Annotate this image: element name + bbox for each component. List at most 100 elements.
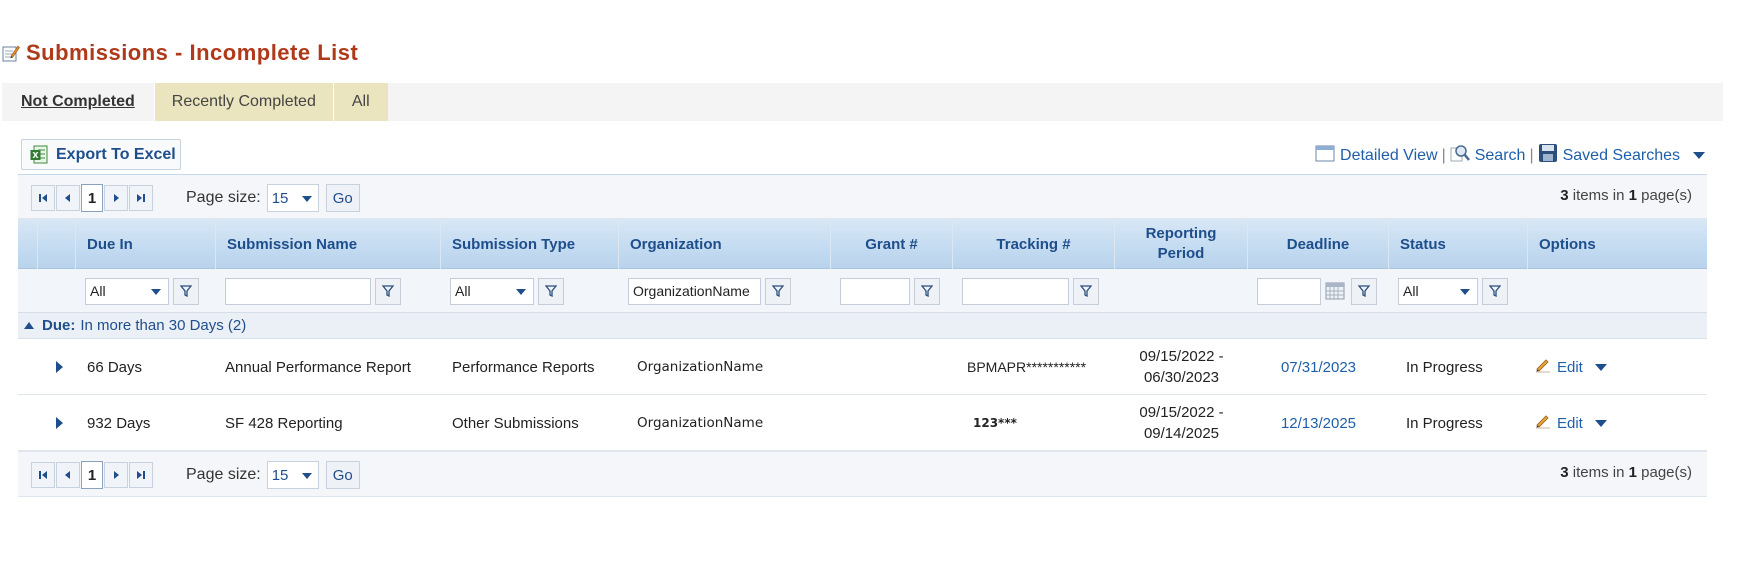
edit-button[interactable]: Edit [1535, 413, 1607, 433]
go-button[interactable]: Go [325, 461, 360, 489]
header-reporting-period[interactable]: Reporting Period [1115, 219, 1248, 269]
filter-icon[interactable] [1482, 277, 1508, 305]
page-size-select[interactable]: 15 [266, 461, 319, 489]
grant-input[interactable] [840, 277, 910, 305]
prev-page-button[interactable] [56, 462, 80, 488]
cell-submission-type: Other Submissions [452, 414, 579, 432]
next-page-button[interactable] [104, 462, 128, 488]
header-status[interactable]: Status [1389, 219, 1528, 269]
prev-page-button[interactable] [56, 185, 80, 211]
first-page-button[interactable] [31, 462, 55, 488]
cell-tracking: 123*** [973, 416, 1017, 430]
filter-submission-type: All [441, 269, 619, 313]
detailed-view-label: Detailed View [1340, 146, 1438, 164]
bottom-pager: 1 Page size: 15 Go 3 items in 1 page(s) [18, 451, 1707, 497]
chevron-down-icon[interactable] [1693, 152, 1705, 159]
header-reporting-line2: Period [1157, 245, 1205, 262]
search-link[interactable]: Search [1450, 143, 1525, 168]
filter-status: All [1389, 269, 1528, 313]
header-tracking[interactable]: Tracking # [953, 219, 1115, 269]
cell-organization: OrganizationName [637, 415, 764, 431]
table-row: 66 Days Annual Performance Report Perfor… [18, 339, 1707, 395]
cell-reporting-period: 09/15/2022 - 06/30/2023 [1115, 339, 1248, 395]
submissions-panel: X Export To Excel Detailed View | Search… [18, 121, 1707, 521]
last-page-button[interactable] [129, 462, 153, 488]
detailed-view-link[interactable]: Detailed View [1315, 144, 1438, 167]
period-end: 09/14/2025 [1143, 425, 1220, 442]
chevron-down-icon[interactable] [1594, 419, 1607, 427]
go-button[interactable]: Go [325, 184, 360, 212]
header-options: Options [1539, 235, 1596, 253]
pages-text: page(s) [1641, 187, 1692, 204]
filter-icon[interactable] [765, 277, 791, 305]
collapse-group-icon[interactable] [24, 322, 34, 329]
saved-searches-label: Saved Searches [1562, 146, 1680, 164]
deadline-link[interactable]: 07/31/2023 [1281, 357, 1356, 378]
filter-icon[interactable] [1351, 277, 1377, 305]
filter-icon[interactable] [375, 277, 401, 305]
table-row: 932 Days SF 428 Reporting Other Submissi… [18, 395, 1707, 451]
expand-row-icon[interactable] [56, 361, 63, 373]
header-submission-name[interactable]: Submission Name [216, 219, 441, 269]
submission-name-input[interactable] [225, 277, 371, 305]
calendar-icon[interactable] [1323, 278, 1347, 305]
period-start: 09/15/2022 - [1139, 404, 1224, 421]
top-pager: 1 Page size: 15 Go 3 items in 1 page(s) [18, 175, 1707, 219]
header-deadline[interactable]: Deadline [1248, 219, 1389, 269]
pages-text: page(s) [1641, 464, 1692, 481]
tab-recently-completed[interactable]: Recently Completed [153, 83, 333, 121]
items-text: items in [1572, 464, 1625, 481]
page-size-select[interactable]: 15 [266, 184, 319, 212]
header-submission-type[interactable]: Submission Type [441, 219, 619, 269]
export-to-excel-button[interactable]: X Export To Excel [21, 139, 181, 170]
chevron-down-icon [1460, 288, 1470, 295]
cell-options: Edit [1528, 395, 1707, 451]
header-due-in[interactable]: Due In [76, 219, 216, 269]
deadline-input[interactable] [1257, 277, 1321, 305]
due-in-select[interactable]: All [85, 277, 169, 305]
tab-all[interactable]: All [332, 83, 388, 121]
tracking-input[interactable] [962, 277, 1069, 305]
filter-options-empty [1528, 269, 1707, 313]
cell-organization: OrganizationName [637, 359, 764, 375]
tab-not-completed[interactable]: Not Completed [2, 83, 154, 121]
chevron-down-icon[interactable] [1594, 363, 1607, 371]
filter-submission-name [216, 269, 441, 313]
page-size-label: Page size: [186, 466, 261, 483]
due-in-select-value: All [90, 283, 106, 299]
filter-icon[interactable] [173, 277, 199, 305]
next-page-button[interactable] [104, 185, 128, 211]
filter-icon[interactable] [1073, 277, 1099, 305]
filter-tracking [953, 269, 1115, 313]
cell-due-in: 932 Days [87, 414, 151, 432]
submission-type-select[interactable]: All [450, 277, 534, 305]
group-value: In more than 30 Days (2) [80, 317, 247, 334]
cell-reporting-period: 09/15/2022 - 09/14/2025 [1115, 395, 1248, 451]
saved-searches-link[interactable]: Saved Searches [1538, 143, 1707, 168]
cell-submission-name: Annual Performance Report [225, 358, 411, 376]
organization-input[interactable]: OrganizationName [628, 277, 761, 305]
submission-type-select-value: All [455, 283, 471, 299]
header-grant[interactable]: Grant # [831, 219, 953, 269]
filter-deadline [1248, 269, 1389, 313]
pager-info: 3 items in 1 page(s) [1560, 187, 1692, 204]
chevron-down-icon [151, 288, 161, 295]
last-page-button[interactable] [129, 185, 153, 211]
page-size-label: Page size: [186, 189, 261, 206]
cell-status: In Progress [1406, 358, 1483, 376]
page-number[interactable]: 1 [81, 461, 103, 489]
pager-info: 3 items in 1 page(s) [1560, 464, 1692, 481]
header-organization[interactable]: Organization [619, 219, 831, 269]
items-count: 3 [1560, 187, 1569, 204]
filter-icon[interactable] [914, 277, 940, 305]
expand-row-icon[interactable] [56, 417, 63, 429]
first-page-button[interactable] [31, 185, 55, 211]
cell-options: Edit [1528, 339, 1707, 395]
edit-button[interactable]: Edit [1535, 357, 1607, 377]
status-select[interactable]: All [1398, 277, 1478, 305]
pager-controls: 1 Page size: 15 Go [31, 461, 360, 489]
page-number[interactable]: 1 [81, 184, 103, 212]
deadline-link[interactable]: 12/13/2025 [1281, 413, 1356, 434]
filter-icon[interactable] [538, 277, 564, 305]
page-size-value: 15 [271, 466, 289, 484]
